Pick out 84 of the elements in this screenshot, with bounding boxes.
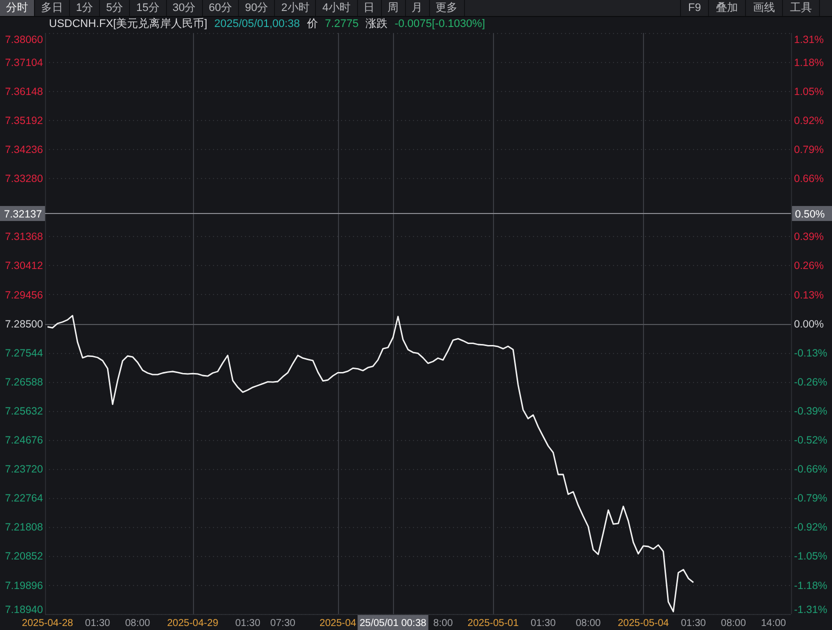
price-axis-label: 7.20852 — [5, 550, 43, 563]
price-axis-label: 7.27544 — [5, 347, 43, 360]
time-axis-label: 01:30 — [680, 618, 706, 629]
date-axis-label: 2025-05-01 — [468, 618, 519, 629]
price-value: 7.2775 — [324, 17, 359, 32]
toolbar-button[interactable]: 工具 — [783, 0, 820, 16]
price-axis-label: 7.35192 — [5, 114, 43, 127]
period-tab[interactable]: 30分 — [166, 0, 203, 16]
time-axis-label: 01:30 — [530, 618, 556, 629]
symbol-name: USDCNH.FX[美元兑离岸人民币] — [49, 17, 208, 32]
price-axis-label: 7.18940 — [5, 604, 43, 616]
change-value: -0.0075[-0.1030%] — [394, 17, 486, 32]
period-tab[interactable]: 周 — [382, 0, 406, 16]
percent-axis-label: -0.79% — [794, 492, 828, 505]
period-tab[interactable]: 多日 — [35, 0, 70, 16]
price-axis-label: 7.24676 — [5, 434, 43, 446]
price-axis-label: 7.23720 — [5, 464, 43, 476]
toolbar-button[interactable]: F9 — [681, 0, 709, 16]
period-tab[interactable]: 60分 — [202, 0, 239, 16]
percent-axis-label: -1.31% — [794, 604, 828, 616]
period-tab[interactable]: 分时 — [0, 0, 35, 16]
quote-time: 2025/05/01,00:38 — [214, 17, 300, 32]
change-caption: 涨跌 — [366, 17, 388, 32]
percent-axis-label: -1.18% — [794, 580, 828, 592]
price-axis-label: 7.21808 — [5, 522, 43, 534]
period-tab[interactable]: 1分 — [70, 0, 100, 16]
date-axis-label: 2025-04-29 — [167, 618, 218, 629]
percent-axis-label: -0.92% — [794, 522, 828, 534]
time-axis-label: 8:00 — [433, 618, 453, 629]
percent-axis-label: -0.39% — [794, 405, 828, 418]
percent-axis-label: 1.18% — [794, 56, 824, 69]
percent-axis-label: 0.26% — [794, 260, 824, 272]
period-tab[interactable]: 4小时 — [316, 0, 358, 16]
price-axis-label: 7.26588 — [5, 376, 43, 388]
price-axis-label: 7.28500 — [5, 318, 43, 330]
period-tab[interactable]: 日 — [358, 0, 382, 16]
price-axis-label: 7.36148 — [5, 86, 43, 98]
price-axis-label: 7.37104 — [5, 56, 43, 69]
crosshair-percent-label: 0.50% — [792, 206, 832, 221]
x-tick-label: 25/05/01 00:38 — [360, 618, 427, 629]
date-axis-label: 2025-05-04 — [618, 618, 669, 629]
period-tab[interactable]: 更多 — [430, 0, 464, 16]
price-axis-label: 7.25632 — [5, 405, 43, 418]
percent-axis-label: 0.00% — [794, 318, 824, 330]
percent-axis-label: 0.92% — [794, 114, 824, 127]
time-axis-label: 08:00 — [576, 618, 601, 629]
period-tab[interactable]: 2小时 — [275, 0, 316, 16]
time-axis-label: 14:00 — [760, 618, 786, 629]
period-tab[interactable]: 月 — [406, 0, 430, 16]
percent-axis-label: -1.05% — [794, 550, 828, 563]
time-axis-label: 07:30 — [270, 618, 296, 629]
price-axis-label: 7.38060 — [5, 34, 43, 46]
price-axis-label: 7.19896 — [5, 580, 43, 592]
price-axis-label: 7.31368 — [5, 231, 43, 244]
percent-axis-label: 1.31% — [794, 34, 824, 46]
time-axis-label: 08:00 — [720, 618, 746, 629]
toolbar-button[interactable]: 画线 — [746, 0, 783, 16]
percent-axis-label: -0.13% — [794, 347, 828, 360]
percent-axis-label: 0.13% — [794, 289, 824, 302]
time-axis-label: 01:30 — [235, 618, 260, 629]
time-axis-label: 01:30 — [85, 618, 110, 629]
date-axis-label: 2025-04-28 — [22, 618, 74, 629]
percent-axis-label: -0.26% — [794, 376, 828, 388]
crosshair-price-label: 7.32137 — [0, 206, 45, 221]
price-axis-label: 7.30412 — [5, 260, 43, 272]
percent-axis-label: 0.39% — [794, 231, 824, 244]
period-tab[interactable]: 90分 — [239, 0, 276, 16]
price-axis-label: 7.22764 — [5, 492, 43, 505]
period-tab[interactable]: 15分 — [130, 0, 166, 16]
price-axis-label: 7.29456 — [5, 289, 43, 302]
price-axis-label: 7.33280 — [5, 173, 43, 186]
time-axis-label: 08:00 — [125, 618, 150, 629]
percent-axis-label: 1.05% — [794, 86, 824, 98]
crosshair-time-label: 25/05/01 00:38 — [358, 615, 428, 630]
percent-axis-label: 0.79% — [794, 144, 824, 156]
percent-axis-label: -0.52% — [794, 434, 828, 446]
percent-axis-label: 0.66% — [794, 173, 824, 186]
price-axis-label: 7.34236 — [5, 144, 43, 156]
toolbar-button[interactable]: 叠加 — [709, 0, 746, 16]
ref-line-label: 7.32137 — [4, 208, 42, 220]
percent-axis-label: -0.66% — [794, 464, 828, 476]
date-axis-label: 2025-04 — [320, 618, 356, 629]
price-caption: 价 — [306, 17, 318, 32]
period-tab[interactable]: 5分 — [100, 0, 130, 16]
